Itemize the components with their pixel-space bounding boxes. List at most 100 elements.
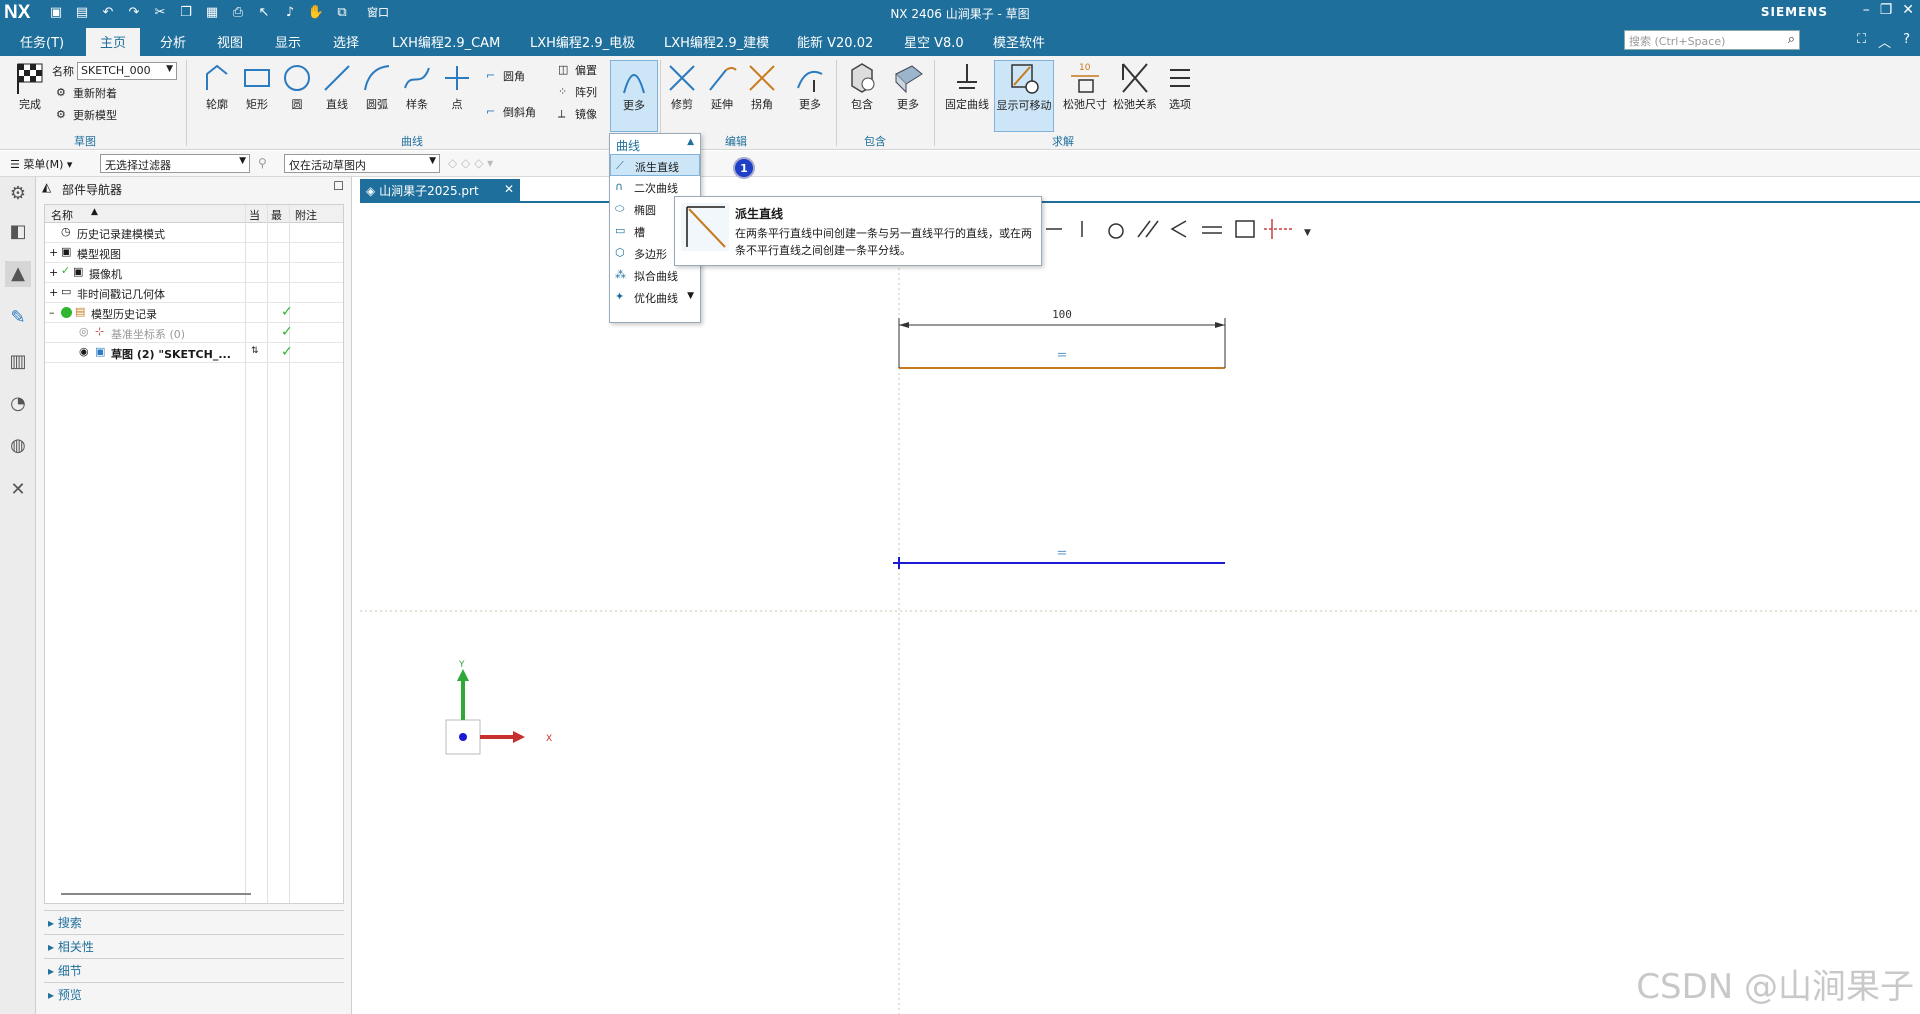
chamfer-button[interactable]: ⌐ 倒斜角 [486, 104, 536, 120]
tree-row-non-timestamp[interactable]: + ▭ 非时间戳记几何体 [45, 283, 343, 303]
search-input[interactable]: 搜索 (Ctrl+Space) [1629, 35, 1725, 48]
command-search[interactable]: 搜索 (Ctrl+Space) ⌕ [1624, 30, 1800, 50]
part-navigator-icon[interactable]: ▲ [5, 261, 31, 287]
web-browser-icon[interactable]: ◍ [5, 433, 31, 459]
tree-row-cameras[interactable]: + ✓ ▣ 摄像机 [45, 263, 343, 283]
pattern-button[interactable]: ⁘ 阵列 [558, 84, 597, 100]
mirror-button[interactable]: ⟂ 镜像 [558, 106, 597, 122]
tab-display[interactable]: 显示 [275, 32, 301, 51]
equal-constraint-icon[interactable]: = [1057, 546, 1068, 561]
fullscreen-icon[interactable]: ⛶ [1857, 32, 1866, 51]
point-label: 点 [451, 98, 463, 111]
sketch-constraint-toolbar[interactable]: ▼ [1046, 219, 1311, 239]
tab-home[interactable]: 主页 [86, 28, 141, 56]
section-dependencies[interactable]: ▸ 相关性 [44, 934, 344, 956]
include-button[interactable]: 包含 [838, 60, 886, 112]
horizontal-scrollbar[interactable] [61, 893, 251, 895]
tree-row-model-views[interactable]: + ▣ 模型视图 [45, 243, 343, 263]
col-note[interactable]: 附注 [295, 207, 317, 223]
expand-icon[interactable]: + [49, 246, 58, 259]
expand-icon[interactable]: + [49, 286, 58, 299]
item-label: 多边形 [634, 248, 667, 261]
tree-row-model-history[interactable]: – ▤ 模型历史记录 ✓ [45, 303, 343, 323]
expand-icon[interactable]: + [49, 266, 58, 279]
navigator-header: ◭ 部件导航器 ☐ [36, 177, 352, 199]
tree-row-history-mode[interactable]: ◷ 历史记录建模模式 [45, 223, 343, 243]
collapse-icon[interactable]: – [49, 306, 55, 319]
search-icon[interactable]: ⌕ [1788, 32, 1795, 47]
hidden-eye-icon[interactable]: ◎ [79, 325, 89, 338]
conic-item[interactable]: ∩ 二次曲线 [610, 176, 700, 198]
tab-lxh-model[interactable]: LXH编程2.9_建模 [664, 32, 769, 51]
help-icon[interactable]: ? [1903, 32, 1910, 51]
minimize-icon[interactable]: – [1863, 2, 1870, 18]
finish-button[interactable]: 完成 [6, 60, 54, 112]
show-movable-button[interactable]: 显示可移动 [994, 60, 1054, 132]
menu-button[interactable]: ☰ 菜单(M) ▾ [10, 156, 72, 172]
fix-curve-button[interactable]: 固定曲线 [940, 60, 994, 112]
history-icon[interactable]: ◔ [5, 391, 31, 417]
fit-curve-item[interactable]: ⁂ 拟合曲线 [610, 264, 700, 286]
fit-curve-icon: ⁂ [615, 268, 626, 281]
relax-dimension-label: 松弛尺寸 [1063, 98, 1107, 111]
snap-icon[interactable]: ◇ ◇ ◇ ▾ [448, 156, 493, 170]
relax-dimension-button[interactable]: 10 松弛尺寸 [1058, 60, 1112, 112]
include-more-button[interactable]: 更多 [884, 60, 932, 112]
type-filter-select[interactable]: 无选择过滤器 ▼ [100, 154, 250, 173]
section-details[interactable]: ▸ 细节 [44, 958, 344, 980]
tab-analysis[interactable]: 分析 [160, 32, 186, 51]
tab-select[interactable]: 选择 [333, 32, 359, 51]
section-search[interactable]: ▸ 搜索 [44, 910, 344, 932]
fillet-button[interactable]: ⌐ 圆角 [486, 68, 525, 84]
corner-button[interactable]: 拐角 [738, 60, 786, 112]
tab-nengxin[interactable]: 能新 V20.02 [797, 32, 873, 51]
line-label: 直线 [326, 98, 348, 111]
optimize-curve-item[interactable]: ✦ 优化曲线 ▼ [610, 286, 700, 308]
tab-view[interactable]: 视图 [217, 32, 243, 51]
col-current[interactable]: 当 [249, 207, 260, 223]
point-button[interactable]: 点 [433, 60, 481, 112]
sketch-name-select[interactable]: SKETCH_000 ▼ [77, 62, 177, 80]
tab-mosheng[interactable]: 模圣软件 [993, 32, 1045, 51]
graphics-window[interactable]: ▼ 100 = = Y X CSDN @山涧果子 [360, 201, 1920, 1014]
maximize-panel-icon[interactable]: ☐ [333, 179, 344, 193]
section-preview[interactable]: ▸ 预览 [44, 982, 344, 1004]
edit-more-button[interactable]: 更多 [786, 60, 834, 112]
close-icon[interactable]: ✕ [1902, 2, 1914, 18]
tools-icon[interactable]: ✕ [5, 477, 31, 503]
mirror-label: 镜像 [575, 108, 597, 121]
document-tab[interactable]: ◈ 山涧果子2025.prt ✕ [360, 179, 520, 201]
group-sketch-label: 草图 [74, 135, 96, 148]
options-button[interactable]: 选项 [1156, 60, 1204, 112]
tree-row-datum-csys[interactable]: ◎ ⊹ 基准坐标系 (0) ✓ [45, 323, 343, 343]
scroll-down-icon[interactable]: ▼ [687, 291, 694, 301]
dimension-value[interactable]: 100 [1052, 308, 1072, 321]
tab-task[interactable]: 任务(T) [20, 32, 64, 51]
gear-icon[interactable]: ⚙ [5, 181, 31, 207]
offset-button[interactable]: ◫ 偏置 [558, 62, 597, 78]
restore-icon[interactable]: ❐ [1880, 2, 1893, 18]
relax-relations-button[interactable]: 松弛关系 [1108, 60, 1162, 112]
filter-icon[interactable]: ⚲ [258, 156, 267, 170]
sketch-pen-icon[interactable]: ✎ [5, 305, 31, 331]
tree-row-sketch[interactable]: ◉ ▣ 草图 (2) "SKETCH_... ⇅ ✓ [45, 343, 343, 363]
tab-lxh-cam[interactable]: LXH编程2.9_CAM [392, 32, 500, 51]
close-icon[interactable]: ✕ [504, 182, 514, 196]
derived-line-item[interactable]: ⟋ 派生直线 [610, 154, 700, 176]
view-triad[interactable]: Y X [445, 660, 552, 755]
col-name[interactable]: 名称 [51, 207, 73, 223]
reattach-button[interactable]: ⚙ 重新附着 [56, 85, 117, 101]
collapse-ribbon-icon[interactable]: ︿ [1878, 32, 1891, 51]
eye-icon[interactable]: ◉ [79, 345, 89, 358]
sketch-canvas[interactable]: ▼ 100 = = Y X [360, 203, 1920, 1014]
equal-constraint-icon[interactable]: = [1057, 348, 1068, 363]
reuse-library-icon[interactable]: ▥ [5, 349, 31, 375]
update-model-button[interactable]: ⚙ 更新模型 [56, 107, 117, 123]
tab-xingkong[interactable]: 星空 V8.0 [904, 32, 964, 51]
scope-select[interactable]: 仅在活动草图内 ▼ [284, 154, 440, 173]
scroll-up-icon[interactable]: ▲ [687, 137, 694, 147]
assembly-navigator-icon[interactable]: ◧ [5, 219, 31, 245]
tab-lxh-electrode[interactable]: LXH编程2.9_电极 [530, 32, 635, 51]
curve-more-button[interactable]: 更多 [610, 60, 658, 132]
col-latest[interactable]: 最 [271, 207, 282, 223]
